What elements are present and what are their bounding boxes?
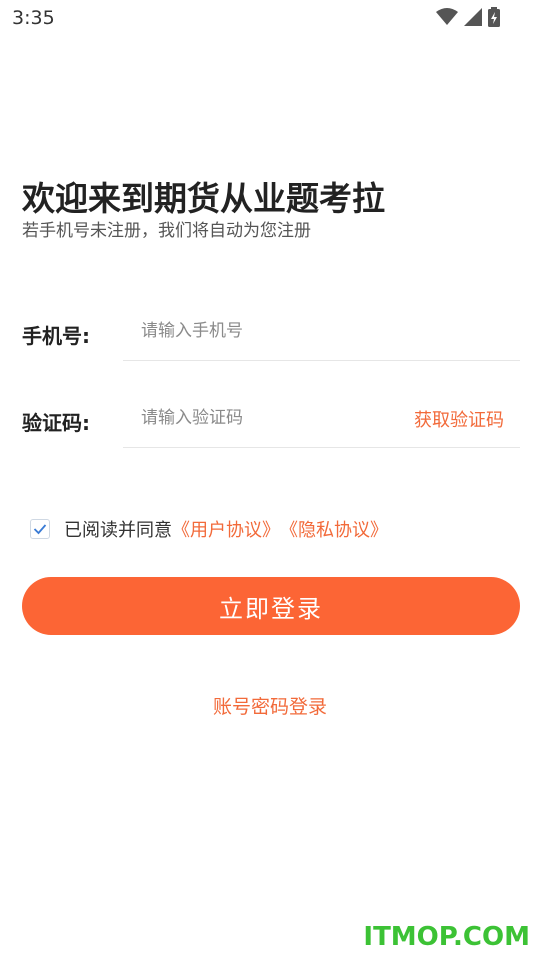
phone-label: 手机号: [22, 324, 90, 348]
login-button[interactable]: 立即登录 [22, 577, 520, 635]
password-login-link[interactable]: 账号密码登录 [0, 692, 540, 719]
page-title: 欢迎来到期货从业题考拉 [22, 179, 385, 218]
status-icons [436, 7, 500, 27]
check-icon [33, 524, 47, 535]
get-code-button[interactable]: 获取验证码 [414, 406, 504, 432]
wifi-icon [436, 8, 458, 25]
code-label: 验证码: [22, 411, 90, 435]
status-bar: 3:35 [0, 0, 540, 38]
page-subtitle: 若手机号未注册，我们将自动为您注册 [22, 221, 311, 241]
user-agreement-link[interactable]: 《用户协议》 [172, 516, 280, 542]
agree-text: 已阅读并同意 [64, 520, 172, 541]
signal-icon [464, 8, 482, 26]
battery-charging-icon [488, 7, 500, 27]
phone-input[interactable] [123, 301, 520, 361]
agree-checkbox[interactable] [30, 519, 50, 539]
privacy-agreement-link[interactable]: 《隐私协议》 [280, 516, 388, 542]
status-time: 3:35 [12, 7, 55, 29]
watermark-logo: ITMOP.COM [363, 922, 530, 952]
agreement-row: 已阅读并同意 《用户协议》 《隐私协议》 [30, 516, 388, 542]
